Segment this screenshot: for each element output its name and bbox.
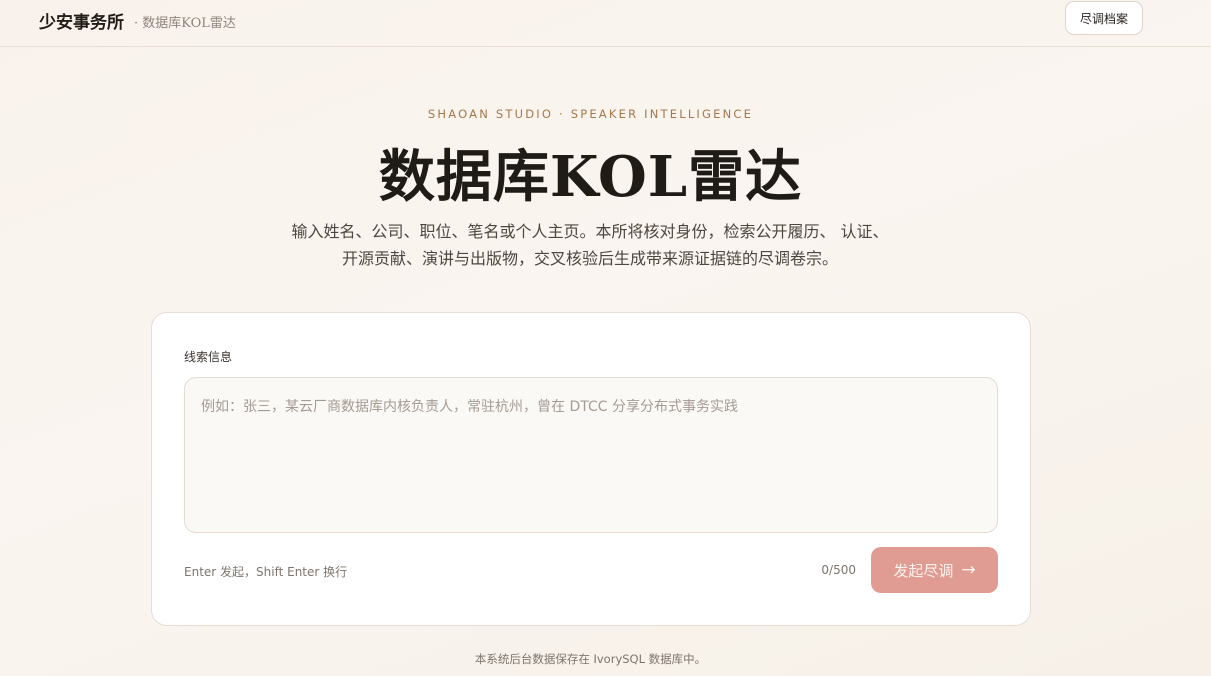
top-bar: 少安事务所 · 数据库KOL雷达 尽调档案 (0, 0, 1211, 47)
clue-field-label: 线索信息 (184, 350, 233, 364)
submit-button[interactable]: 发起尽调 → (871, 547, 998, 593)
footer-note: 本系统后台数据保存在 IvorySQL 数据库中。 (474, 652, 707, 666)
submit-button-label: 发起尽调 (893, 561, 954, 580)
arrow-right-icon: → (961, 559, 976, 580)
char-counter: 0/500 (821, 563, 856, 577)
hero-eyebrow: SHAOAN STUDIO · SPEAKER INTELLIGENCE (427, 107, 754, 121)
clue-input[interactable] (184, 377, 998, 533)
archive-button[interactable]: 尽调档案 (1065, 1, 1143, 35)
query-card: 线索信息 Enter 发起，Shift Enter 换行 0/500 发起尽调 … (151, 312, 1031, 626)
brand-name[interactable]: 少安事务所 (39, 8, 124, 33)
hero-description-line-2: 开源贡献、演讲与出版物，交叉核验后生成带来源证据链的尽调卷宗。 (341, 249, 838, 268)
hero-description-line-1: 输入姓名、公司、职位、笔名或个人主页。本所将核对身份，检索公开履历、 认证、 (291, 222, 889, 241)
keyboard-hint: Enter 发起，Shift Enter 换行 (184, 565, 348, 579)
brand-subtitle: · 数据库KOL雷达 (134, 16, 236, 31)
page-title: 数据库KOL雷达 (378, 144, 803, 210)
hero-description: 输入姓名、公司、职位、笔名或个人主页。本所将核对身份，检索公开履历、 认证、 开… (255, 218, 925, 272)
